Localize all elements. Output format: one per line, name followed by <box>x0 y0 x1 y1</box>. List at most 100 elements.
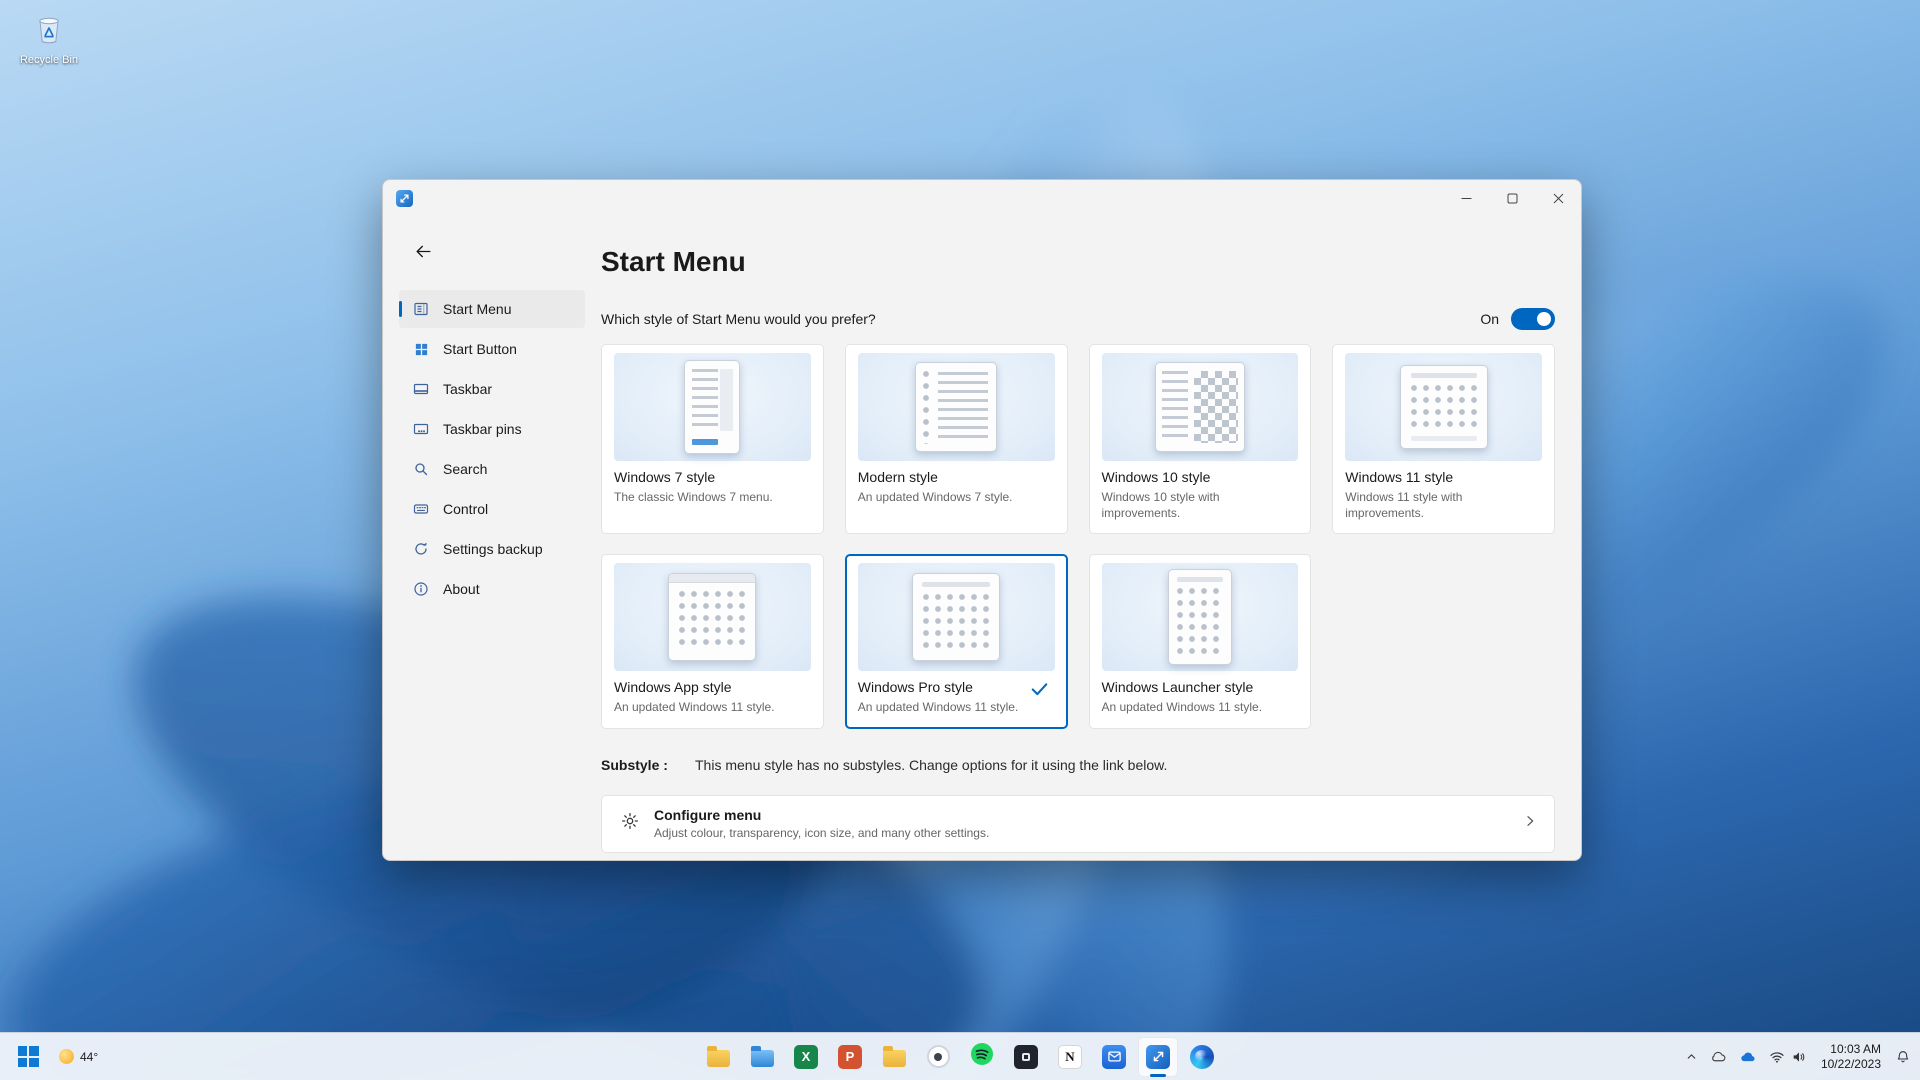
taskbar-clock[interactable]: 10:03 AM 10/22/2023 <box>1814 1042 1888 1072</box>
style-question: Which style of Start Menu would you pref… <box>601 311 876 327</box>
style-card-windows-10[interactable]: Windows 10 style Windows 10 style with i… <box>1089 344 1312 534</box>
sidebar-item-taskbar[interactable]: Taskbar <box>399 370 585 408</box>
windows-11-style-thumbnail <box>1345 353 1542 461</box>
selected-accent-bar <box>399 301 402 317</box>
onedrive-tray[interactable] <box>1734 1037 1762 1077</box>
clock-date: 10/22/2023 <box>1821 1057 1881 1072</box>
selected-check-icon <box>1031 682 1048 701</box>
style-card-windows-11[interactable]: Windows 11 style Windows 11 style with i… <box>1332 344 1555 534</box>
toggle-label: On <box>1480 311 1499 327</box>
substyle-label: Substyle : <box>601 757 695 773</box>
close-button[interactable] <box>1535 181 1581 215</box>
sidebar-item-search[interactable]: Search <box>399 450 585 488</box>
sidebar-item-label: Taskbar pins <box>443 421 522 437</box>
sync-icon <box>413 541 429 557</box>
taskbar-icon <box>413 381 429 397</box>
taskbar-app-excel[interactable]: X <box>786 1037 826 1077</box>
windows-logo-icon <box>18 1046 39 1067</box>
back-button[interactable] <box>407 236 439 266</box>
style-card-description: Windows 10 style with improvements. <box>1102 489 1299 521</box>
toggle-knob <box>1537 312 1551 326</box>
style-card-title: Windows App style <box>614 679 811 695</box>
start-button[interactable] <box>8 1037 48 1077</box>
sidebar-item-label: Search <box>443 461 487 477</box>
spotify-icon <box>970 1042 994 1071</box>
style-card-title: Windows Launcher style <box>1102 679 1299 695</box>
style-card-title: Windows 11 style <box>1345 469 1542 485</box>
weather-cloud-tray[interactable] <box>1705 1037 1732 1077</box>
clock-time: 10:03 AM <box>1821 1042 1881 1057</box>
windows-app-style-thumbnail <box>614 563 811 671</box>
notion-icon: N <box>1058 1045 1082 1069</box>
windows-10-style-thumbnail <box>1102 353 1299 461</box>
style-card-windows-pro[interactable]: Windows Pro style An updated Windows 11 … <box>845 554 1068 728</box>
system-tray-pill[interactable] <box>1764 1037 1812 1077</box>
taskbar-app-dark[interactable] <box>1006 1037 1046 1077</box>
cloud-icon <box>1710 1048 1727 1065</box>
configure-menu-row[interactable]: Configure menu Adjust colour, transparen… <box>601 795 1555 853</box>
page-title: Start Menu <box>601 246 1555 278</box>
folder-icon <box>707 1050 730 1067</box>
dark-app-icon <box>1014 1045 1038 1069</box>
edge-icon <box>1190 1045 1214 1069</box>
sidebar-item-label: Taskbar <box>443 381 492 397</box>
sidebar-item-settings-backup[interactable]: Settings backup <box>399 530 585 568</box>
search-icon <box>413 461 429 477</box>
recycle-bin-icon <box>29 8 69 53</box>
substyle-text: This menu style has no substyles. Change… <box>695 757 1167 773</box>
sidebar-item-taskbar-pins[interactable]: Taskbar pins <box>399 410 585 448</box>
taskbar-app-recorder[interactable] <box>918 1037 958 1077</box>
notification-center-button[interactable] <box>1890 1037 1916 1077</box>
taskbar-app-start11[interactable] <box>1138 1037 1178 1077</box>
style-card-windows-app[interactable]: Windows App style An updated Windows 11 … <box>601 554 824 728</box>
start11-settings-window: Start Menu Start Button Taskbar Taskbar … <box>382 179 1582 861</box>
taskbar-app-file-explorer[interactable] <box>742 1037 782 1077</box>
style-card-description: The classic Windows 7 menu. <box>614 489 811 505</box>
style-card-windows-launcher[interactable]: Windows Launcher style An updated Window… <box>1089 554 1312 728</box>
chevron-right-icon <box>1522 813 1538 834</box>
style-card-title: Windows 10 style <box>1102 469 1299 485</box>
hidden-icons-button[interactable] <box>1680 1037 1703 1077</box>
taskbar-app-folder-1[interactable] <box>698 1037 738 1077</box>
taskbar-app-powerpoint[interactable]: P <box>830 1037 870 1077</box>
sidebar: Start Menu Start Button Taskbar Taskbar … <box>383 216 601 860</box>
style-card-description: An updated Windows 11 style. <box>614 699 811 715</box>
taskbar-app-notion[interactable]: N <box>1050 1037 1090 1077</box>
sidebar-item-label: Start Button <box>443 341 517 357</box>
style-card-description: An updated Windows 7 style. <box>858 489 1055 505</box>
recycle-bin[interactable]: Recycle Bin <box>10 8 88 66</box>
maximize-button[interactable] <box>1489 181 1535 215</box>
sidebar-item-control[interactable]: Control <box>399 490 585 528</box>
gear-icon <box>620 811 640 836</box>
style-card-modern[interactable]: Modern style An updated Windows 7 style. <box>845 344 1068 534</box>
weather-widget[interactable]: 44° <box>50 1037 107 1077</box>
start-menu-toggle[interactable] <box>1511 308 1555 330</box>
folder-icon <box>883 1050 906 1067</box>
windows-launcher-style-thumbnail <box>1102 563 1299 671</box>
main-content: Start Menu Which style of Start Menu wou… <box>601 216 1581 860</box>
onedrive-icon <box>1739 1048 1757 1066</box>
wifi-icon <box>1769 1049 1785 1065</box>
sidebar-item-start-menu[interactable]: Start Menu <box>399 290 585 328</box>
app-icon <box>396 190 413 207</box>
modern-style-thumbnail <box>858 353 1055 461</box>
windows-pro-style-thumbnail <box>858 563 1055 671</box>
style-card-title: Modern style <box>858 469 1055 485</box>
info-icon <box>413 581 429 597</box>
configure-menu-subtitle: Adjust colour, transparency, icon size, … <box>654 826 1522 840</box>
chevron-up-icon <box>1685 1050 1698 1063</box>
style-card-windows-7[interactable]: Windows 7 style The classic Windows 7 me… <box>601 344 824 534</box>
style-cards-grid: Windows 7 style The classic Windows 7 me… <box>601 344 1555 729</box>
taskbar-app-folder-2[interactable] <box>874 1037 914 1077</box>
taskbar-app-mail[interactable] <box>1094 1037 1134 1077</box>
minimize-button[interactable] <box>1443 181 1489 215</box>
windows-7-style-thumbnail <box>614 353 811 461</box>
style-card-description: An updated Windows 11 style. <box>1102 699 1299 715</box>
sidebar-item-start-button[interactable]: Start Button <box>399 330 585 368</box>
taskbar-app-edge[interactable] <box>1182 1037 1222 1077</box>
taskbar-app-spotify[interactable] <box>962 1037 1002 1077</box>
sidebar-item-about[interactable]: About <box>399 570 585 608</box>
style-card-title: Windows Pro style <box>858 679 1055 695</box>
recorder-icon <box>927 1045 950 1068</box>
titlebar[interactable] <box>383 180 1581 216</box>
